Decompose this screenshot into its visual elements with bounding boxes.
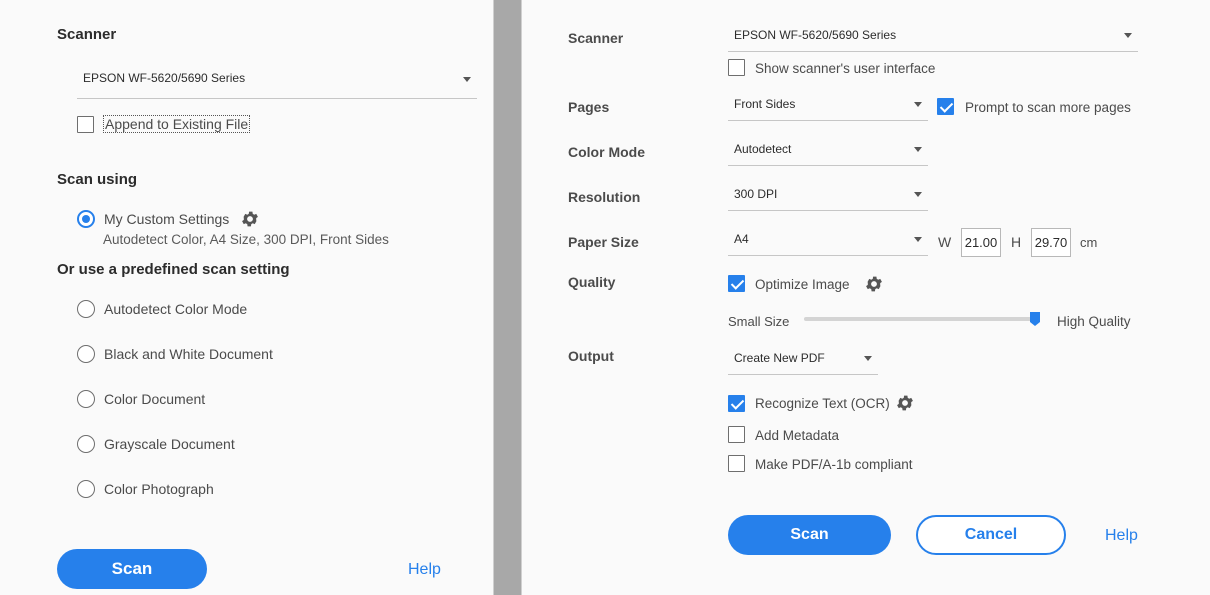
custom-scan-panel: Scanner EPSON WF-5620/5690 Series Show s… — [521, 0, 1210, 595]
color-mode-select[interactable]: Autodetect — [728, 139, 928, 166]
chevron-down-icon — [864, 356, 872, 361]
paper-size-row-label: Paper Size — [568, 234, 639, 250]
high-quality-label: High Quality — [1057, 314, 1131, 329]
append-label-text: Append to Existing File — [103, 115, 251, 133]
append-checkbox[interactable] — [77, 116, 94, 133]
preset-label-grayscale[interactable]: Grayscale Document — [104, 436, 235, 452]
scan-button[interactable]: Scan — [728, 515, 891, 555]
scanner-select-value: EPSON WF-5620/5690 Series — [734, 28, 897, 42]
cancel-button[interactable]: Cancel — [916, 515, 1066, 555]
metadata-label[interactable]: Add Metadata — [755, 428, 839, 443]
help-link[interactable]: Help — [1105, 527, 1138, 545]
chevron-down-icon — [463, 77, 471, 82]
height-label: H — [1011, 234, 1022, 250]
width-label: W — [938, 234, 952, 250]
scanner-row-label: Scanner — [568, 30, 624, 46]
show-ui-label[interactable]: Show scanner's user interface — [755, 61, 935, 76]
optimize-image-label[interactable]: Optimize Image — [755, 277, 850, 292]
scanner-select[interactable]: EPSON WF-5620/5690 Series — [77, 66, 477, 99]
scan-button[interactable]: Scan — [57, 549, 207, 589]
simple-scan-panel: Scanner EPSON WF-5620/5690 Series Append… — [0, 0, 494, 595]
preset-radio-autodetect[interactable] — [77, 300, 95, 318]
slider-thumb-icon[interactable] — [1029, 311, 1041, 327]
metadata-checkbox[interactable] — [728, 426, 745, 443]
preset-label-bw[interactable]: Black and White Document — [104, 346, 273, 362]
gear-icon[interactable] — [240, 209, 260, 229]
resolution-row-label: Resolution — [568, 189, 641, 205]
output-row-label: Output — [568, 348, 614, 364]
chevron-down-icon — [914, 192, 922, 197]
pages-select-value: Front Sides — [734, 97, 796, 111]
preset-radio-bw[interactable] — [77, 345, 95, 363]
pages-select[interactable]: Front Sides — [728, 94, 928, 121]
pages-row-label: Pages — [568, 99, 610, 115]
pdfa-label[interactable]: Make PDF/A-1b compliant — [755, 457, 913, 472]
prompt-more-label[interactable]: Prompt to scan more pages — [965, 100, 1131, 115]
chevron-down-icon — [914, 237, 922, 242]
custom-settings-label[interactable]: My Custom Settings — [104, 211, 229, 227]
output-select[interactable]: Create New PDF — [728, 348, 878, 375]
color-mode-select-value: Autodetect — [734, 142, 792, 156]
paper-size-select[interactable]: A4 — [728, 229, 928, 256]
quality-slider-track[interactable] — [804, 317, 1037, 321]
chevron-down-icon — [1124, 33, 1132, 38]
output-select-value: Create New PDF — [734, 351, 825, 365]
help-link[interactable]: Help — [408, 561, 441, 579]
ocr-checkbox[interactable] — [728, 395, 745, 412]
resolution-select[interactable]: 300 DPI — [728, 184, 928, 211]
predefined-heading: Or use a predefined scan setting — [57, 261, 290, 278]
chevron-down-icon — [914, 147, 922, 152]
scanner-select-value: EPSON WF-5620/5690 Series — [83, 71, 246, 85]
append-label[interactable]: Append to Existing File — [103, 115, 251, 133]
custom-settings-radio[interactable] — [77, 210, 95, 228]
preset-radio-photo[interactable] — [77, 480, 95, 498]
preset-radio-color-doc[interactable] — [77, 390, 95, 408]
gear-icon[interactable] — [895, 393, 915, 413]
scanner-heading: Scanner — [57, 26, 117, 43]
quality-row-label: Quality — [568, 274, 616, 290]
pdfa-checkbox[interactable] — [728, 455, 745, 472]
preset-label-color-doc[interactable]: Color Document — [104, 391, 205, 407]
gear-icon[interactable] — [864, 274, 884, 294]
custom-settings-description: Autodetect Color, A4 Size, 300 DPI, Fron… — [103, 232, 389, 247]
preset-label-autodetect[interactable]: Autodetect Color Mode — [104, 301, 247, 317]
prompt-more-checkbox[interactable] — [937, 98, 954, 115]
scan-using-heading: Scan using — [57, 171, 138, 188]
resolution-select-value: 300 DPI — [734, 187, 778, 201]
optimize-image-checkbox[interactable] — [728, 275, 745, 292]
small-size-label: Small Size — [728, 314, 790, 329]
height-input[interactable]: 29.70 — [1031, 228, 1071, 257]
chevron-down-icon — [914, 102, 922, 107]
preset-label-photo[interactable]: Color Photograph — [104, 481, 214, 497]
show-ui-checkbox[interactable] — [728, 59, 745, 76]
width-input[interactable]: 21.00 — [961, 228, 1001, 257]
unit-label: cm — [1080, 235, 1098, 250]
paper-size-select-value: A4 — [734, 232, 749, 246]
color-mode-row-label: Color Mode — [568, 144, 645, 160]
preset-radio-grayscale[interactable] — [77, 435, 95, 453]
ocr-label[interactable]: Recognize Text (OCR) — [755, 396, 890, 411]
scanner-select[interactable]: EPSON WF-5620/5690 Series — [728, 25, 1138, 52]
